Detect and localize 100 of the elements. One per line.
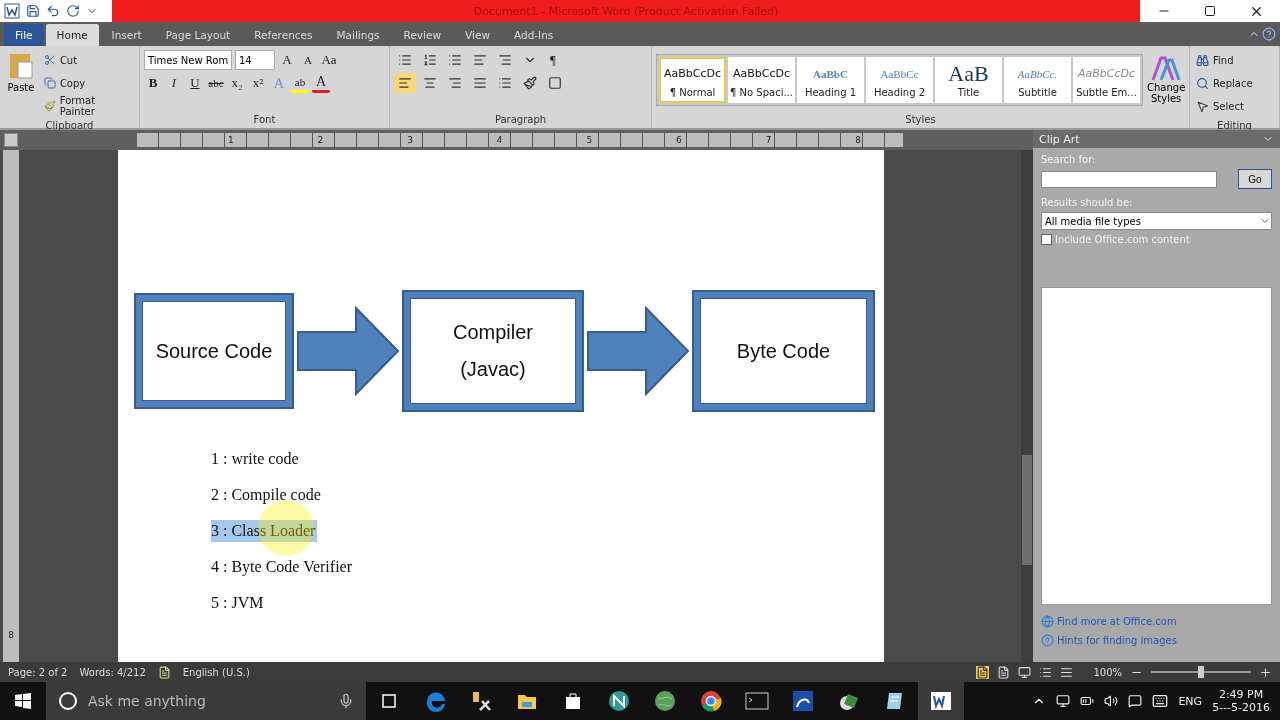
find-button[interactable]: Find — [1194, 50, 1255, 70]
go-button[interactable]: Go — [1238, 169, 1272, 189]
search-field[interactable] — [1041, 170, 1217, 188]
redo-icon[interactable] — [66, 4, 80, 18]
format-button[interactable]: x² — [249, 73, 267, 93]
zoom-level: 100% — [1093, 666, 1122, 678]
format-button[interactable]: abc — [207, 73, 225, 93]
style-preview: AaBbCc. — [1017, 67, 1058, 82]
globe-icon[interactable] — [654, 690, 676, 712]
task-view-icon[interactable] — [379, 693, 399, 709]
grow-font-button[interactable]: A — [278, 50, 296, 70]
ribbon-tab[interactable]: Review — [392, 24, 453, 46]
restore-icon[interactable] — [1203, 5, 1216, 17]
zoom-thumb[interactable] — [1198, 666, 1204, 678]
change-case-button[interactable]: Aa — [320, 50, 338, 70]
format-button[interactable]: B — [144, 73, 162, 93]
format-painter-button[interactable]: Format Painter — [41, 96, 135, 116]
microphone-icon — [338, 693, 354, 709]
ribbon-tab[interactable]: Insert — [100, 24, 153, 46]
list-item: 3 : Class Loader — [211, 520, 318, 542]
word-icon[interactable] — [929, 690, 953, 712]
format-button[interactable]: I — [165, 73, 183, 93]
edge-icon[interactable] — [424, 690, 446, 712]
globe-icon[interactable] — [608, 690, 630, 712]
help-icon[interactable] — [1262, 27, 1276, 41]
change-styles-button[interactable]: Change Styles — [1147, 56, 1186, 104]
copy-icon — [43, 77, 56, 89]
window-title: Document1 - Microsoft Word (Product Activation Failed) — [473, 4, 779, 18]
replace-button[interactable]: Replace — [1194, 73, 1255, 93]
globe-icon — [1041, 615, 1054, 628]
box-label: Compiler — [453, 321, 533, 344]
ribbon-tab[interactable]: Page Layout — [154, 24, 242, 46]
volume-icon[interactable] — [1104, 694, 1119, 708]
list-item: 4 : Byte Code Verifier — [211, 557, 352, 578]
proofing-icon[interactable] — [157, 665, 171, 679]
group-label: Styles — [904, 114, 937, 127]
style-preview: AaBbCcDc — [732, 66, 790, 82]
paste-button[interactable]: Paste — [4, 50, 38, 116]
tools-icon[interactable] — [470, 690, 492, 712]
cortana-search-field[interactable]: Ask me anything — [46, 682, 366, 720]
shrink-font-button[interactable]: A — [299, 50, 317, 70]
ribbon-tab[interactable]: References — [243, 24, 324, 46]
store-bag-icon[interactable] — [563, 691, 583, 711]
draft-icon[interactable] — [1060, 665, 1074, 679]
highlight-button[interactable]: ab — [291, 73, 309, 93]
battery-icon[interactable] — [1080, 694, 1095, 708]
style-tile[interactable]: AaBbCc. Subtitle — [1004, 57, 1071, 103]
checkbox[interactable] — [1041, 234, 1052, 245]
page-count: Page: 2 of 2 — [8, 666, 68, 678]
font-color-button[interactable]: A — [312, 73, 330, 93]
keyboard-icon[interactable] — [1152, 693, 1169, 709]
pane-title: Clip Art — [1039, 132, 1080, 146]
word-count: Words: 4/212 — [79, 666, 146, 678]
ruler-number: 2 — [316, 134, 325, 147]
format-button[interactable]: U — [186, 73, 204, 93]
ribbon-tab[interactable]: Home — [45, 24, 99, 46]
clock[interactable]: 2:49 PM 5---5-2016 — [1212, 688, 1270, 714]
reading-view-icon[interactable] — [997, 665, 1011, 679]
style-tile[interactable]: AaBbC Heading 1 — [797, 57, 864, 103]
help-icon — [1041, 634, 1054, 647]
align-left-icon[interactable] — [394, 73, 416, 93]
cut-button[interactable]: Cut — [41, 50, 135, 70]
chrome-icon[interactable] — [700, 690, 722, 712]
font-name-field[interactable]: Times New Rom — [144, 50, 232, 70]
format-button[interactable]: x₂ — [228, 73, 246, 93]
zoom-in-icon[interactable] — [1259, 665, 1272, 679]
style-preview: AaBbCcDc — [1077, 66, 1135, 82]
undo-icon[interactable] — [46, 4, 60, 18]
print-layout-icon[interactable] — [976, 665, 990, 679]
scroll-thumb[interactable] — [1022, 455, 1032, 565]
show-marks-button[interactable]: ¶ — [544, 50, 562, 70]
file-tab[interactable]: File — [4, 24, 44, 46]
ruler-number: 3 — [406, 134, 414, 147]
save-icon[interactable] — [26, 4, 40, 18]
terminal-icon[interactable] — [745, 692, 769, 710]
font-size-field[interactable]: 14 — [235, 50, 275, 70]
input-language[interactable]: ENG — [1178, 694, 1203, 708]
style-tile[interactable]: AaBbCcDc Subtle Em... — [1073, 57, 1140, 103]
notifications-icon[interactable] — [1128, 694, 1143, 708]
ribbon-tab[interactable]: View — [454, 24, 501, 46]
media-type-dropdown[interactable]: All media file types — [1041, 212, 1272, 230]
style-name: Title — [957, 87, 980, 98]
select-button[interactable]: Select — [1194, 96, 1255, 116]
group-label: Editing — [1216, 120, 1253, 131]
web-layout-icon[interactable] — [1018, 665, 1032, 679]
ruler-number: 4 — [495, 134, 504, 147]
list-item: 2 : Compile code — [211, 485, 321, 506]
copy-button[interactable]: Copy — [41, 73, 135, 93]
outline-icon[interactable] — [1039, 665, 1053, 679]
vertical-scrollbar[interactable] — [1021, 150, 1033, 662]
ribbon-tab[interactable]: Mailings — [325, 24, 391, 46]
taskbar-app[interactable] — [918, 682, 964, 720]
ruler-number: 8 — [8, 630, 14, 640]
network-icon[interactable] — [1056, 694, 1071, 708]
style-tile[interactable]: AaBbCc Heading 2 — [866, 57, 933, 103]
ruler-number: 6 — [675, 134, 683, 147]
style-tile[interactable]: AaBbCcDc ¶ Normal — [659, 57, 726, 103]
style-tile[interactable]: AaBbCcDc ¶ No Spaci... — [728, 57, 795, 103]
style-tile[interactable]: AaB Title — [935, 57, 1002, 103]
ribbon-tab[interactable]: Add-Ins — [502, 24, 565, 46]
